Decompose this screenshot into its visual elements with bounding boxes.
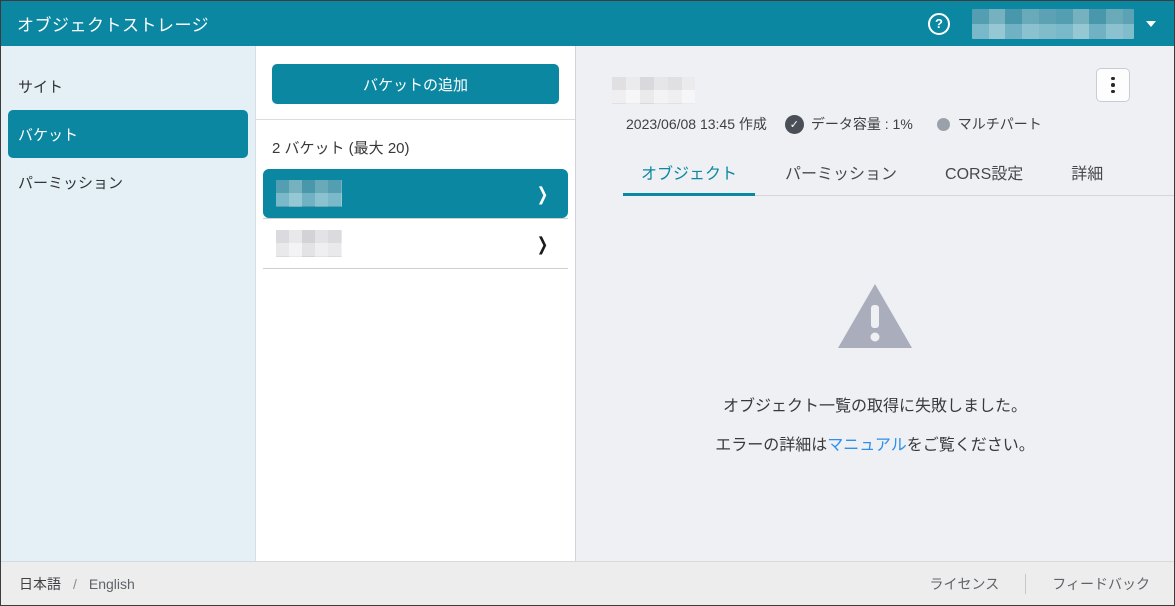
bucket-name-redacted xyxy=(276,230,342,257)
bucket-meta-row: 2023/06/08 13:45 作成 ✓ データ容量 : 1% マルチパート xyxy=(626,114,1130,134)
chevron-right-icon: ❯ xyxy=(537,235,548,253)
tab-objects[interactable]: オブジェクト xyxy=(623,154,755,196)
sidebar-item-bucket[interactable]: バケット xyxy=(8,110,248,158)
sidebar-item-site[interactable]: サイト xyxy=(8,62,248,110)
kebab-menu-button[interactable] xyxy=(1096,68,1130,102)
bucket-list-item[interactable]: ❯ xyxy=(263,169,568,218)
chevron-right-icon: ❯ xyxy=(537,185,548,203)
error-line2-suffix: をご覧ください。 xyxy=(907,437,1035,454)
detail-header: 2023/06/08 13:45 作成 ✓ データ容量 : 1% マルチパート xyxy=(576,46,1174,134)
app-footer: 日本語 / English ライセンス フィードバック xyxy=(1,561,1174,605)
bucket-detail-panel: 2023/06/08 13:45 作成 ✓ データ容量 : 1% マルチパート … xyxy=(576,46,1174,561)
bucket-list-item[interactable]: ❯ xyxy=(263,219,568,268)
bucket-count: 2 バケット (最大 20) xyxy=(256,120,575,169)
bucket-title-redacted xyxy=(612,77,695,104)
error-line2-prefix: エラーの詳細は xyxy=(715,437,827,454)
footer-divider xyxy=(1025,574,1026,594)
sidebar-item-label: パーミッション xyxy=(18,172,123,193)
add-bucket-button[interactable]: バケットの追加 xyxy=(272,64,559,104)
bucket-row-wrap: ❯ xyxy=(263,169,568,219)
help-icon[interactable]: ? xyxy=(928,13,950,35)
main-area: サイト バケット パーミッション バケットの追加 2 バケット (最大 20) … xyxy=(1,46,1174,561)
sidebar-item-label: サイト xyxy=(18,76,63,97)
warning-icon xyxy=(836,282,914,350)
manual-link[interactable]: マニュアル xyxy=(827,437,907,454)
error-content: オブジェクト一覧の取得に失敗しました。 エラーの詳細はマニュアルをご覧ください。 xyxy=(576,196,1174,561)
feedback-link[interactable]: フィードバック xyxy=(1052,574,1150,594)
bucket-panel-toolbar: バケットの追加 xyxy=(256,46,575,120)
multipart-label: マルチパート xyxy=(958,114,1042,134)
sidebar-item-label: バケット xyxy=(18,124,78,145)
lang-en-link[interactable]: English xyxy=(89,576,135,592)
header-actions: ? xyxy=(928,9,1156,39)
check-icon: ✓ xyxy=(785,115,804,134)
page-title: オブジェクトストレージ xyxy=(17,11,209,36)
sidebar-item-permission[interactable]: パーミッション xyxy=(8,158,248,206)
user-name-redacted[interactable] xyxy=(972,9,1134,39)
multipart-bullet-icon xyxy=(937,118,950,131)
chevron-down-icon[interactable] xyxy=(1146,21,1156,27)
tab-cors[interactable]: CORS設定 xyxy=(927,154,1041,196)
tab-permissions[interactable]: パーミッション xyxy=(767,154,915,196)
bucket-list-panel: バケットの追加 2 バケット (最大 20) ❯ ❯ xyxy=(256,46,576,561)
language-switcher: 日本語 / English xyxy=(19,574,135,594)
tab-details[interactable]: 詳細 xyxy=(1053,154,1121,196)
detail-tabs: オブジェクト パーミッション CORS設定 詳細 xyxy=(623,154,1174,196)
error-line2: エラーの詳細はマニュアルをご覧ください。 xyxy=(715,431,1035,455)
lang-ja-link[interactable]: 日本語 xyxy=(19,574,61,594)
error-line1: オブジェクト一覧の取得に失敗しました。 xyxy=(723,392,1027,416)
capacity-label: データ容量 : 1% xyxy=(811,114,913,134)
bucket-row-wrap: ❯ xyxy=(263,219,568,269)
created-date: 2023/06/08 13:45 作成 xyxy=(626,114,767,134)
sidebar: サイト バケット パーミッション xyxy=(1,46,256,561)
lang-divider: / xyxy=(73,576,77,592)
bucket-name-redacted xyxy=(276,180,342,207)
app-header: オブジェクトストレージ ? xyxy=(1,1,1174,46)
footer-links: ライセンス フィードバック xyxy=(930,574,1150,594)
app-window: オブジェクトストレージ ? サイト バケット パーミッション バケットの追加 xyxy=(0,0,1175,606)
license-link[interactable]: ライセンス xyxy=(930,574,1000,594)
